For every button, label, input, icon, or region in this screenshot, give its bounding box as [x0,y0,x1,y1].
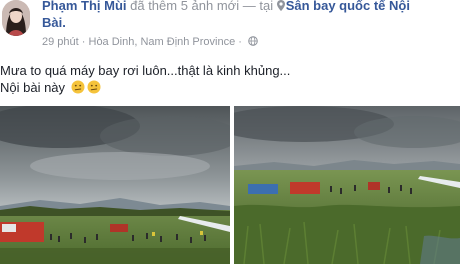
post-meta: 29 phút · Hòa Dinh, Nam Định Province · [42,35,258,49]
checkin-place[interactable]: Hòa Dinh, Nam Định Province [89,36,236,48]
author-name[interactable]: Phạm Thị Mùi [42,0,127,13]
author-avatar[interactable] [2,0,30,36]
confused-face-emoji-icon-2 [87,80,101,94]
post-text: Mưa to quá máy bay rơi luôn...thật là ki… [0,62,290,96]
post-header: Phạm Thị Mùi đã thêm 5 ảnh mới — tại Sân… [42,0,410,14]
post-text-line-1: Mưa to quá máy bay rơi luôn...thật là ki… [0,63,291,78]
location-separator: — tại [242,0,274,13]
map-pin-icon [276,0,285,11]
post-photo-1[interactable] [0,106,230,264]
meta-dot: · [81,36,86,48]
post-timestamp[interactable]: 29 phút [42,36,79,48]
meta-dot-2: · [238,36,242,48]
location-link[interactable]: Sân bay quốc tế Nội [286,0,410,13]
post-text-line-2: Nội bài này [0,79,290,96]
globe-icon[interactable] [248,36,258,46]
post-action: đã thêm 5 ảnh mới [130,0,240,13]
confused-face-emoji-icon [71,80,85,94]
post-photo-2[interactable] [234,106,460,264]
location-link-continued[interactable]: Bài. [42,14,66,31]
post-text-line-2-text: Nội bài này [0,80,66,95]
